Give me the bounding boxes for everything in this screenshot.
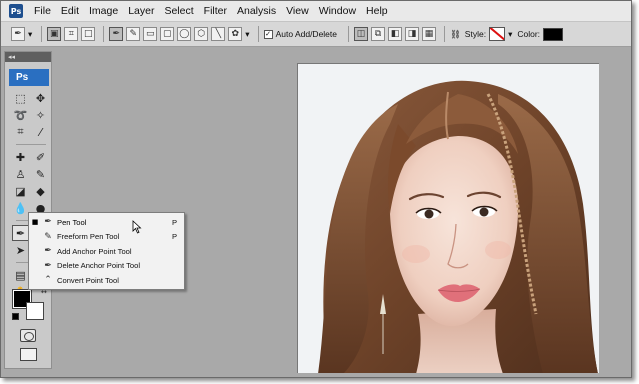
- marquee-tool-icon[interactable]: ⬚: [12, 90, 29, 106]
- flyout-item-label: Convert Point Tool: [57, 275, 119, 285]
- combine-exclude-icon[interactable]: ▦: [422, 27, 436, 41]
- link-icon[interactable]: ⛓: [450, 29, 461, 40]
- divider: [348, 26, 349, 42]
- photoshop-window: Ps File Edit Image Layer Select Filter A…: [0, 0, 632, 378]
- menu-bar: Ps File Edit Image Layer Select Filter A…: [1, 1, 631, 22]
- pen-tool-icon[interactable]: ✒: [12, 225, 29, 241]
- style-label: Style:: [464, 29, 487, 39]
- document-canvas[interactable]: [297, 63, 599, 373]
- mouse-cursor-icon: [132, 220, 142, 234]
- menu-file[interactable]: File: [29, 5, 56, 17]
- default-colors-icon[interactable]: [12, 313, 19, 320]
- menu-select[interactable]: Select: [159, 5, 198, 17]
- crop-tool-icon[interactable]: ⌗: [12, 124, 29, 140]
- ellipse-icon[interactable]: ◯: [177, 27, 192, 41]
- freeform-pen-mode-icon[interactable]: ✎: [126, 27, 141, 41]
- lasso-tool-icon[interactable]: ➰: [12, 107, 29, 123]
- healing-brush-tool-icon[interactable]: ✚: [12, 149, 29, 165]
- rounded-rectangle-icon[interactable]: ▢: [160, 27, 175, 41]
- auto-add-delete-label: Auto Add/Delete: [275, 29, 337, 39]
- fill-pixels-icon[interactable]: □: [81, 27, 96, 41]
- color-swatch[interactable]: [543, 27, 564, 41]
- color-label: Color:: [517, 29, 541, 39]
- history-brush-tool-icon[interactable]: ✎: [32, 166, 49, 182]
- menu-edit[interactable]: Edit: [56, 5, 84, 17]
- brush-tool-icon[interactable]: ✐: [32, 149, 49, 165]
- screen-mode-icon[interactable]: [20, 348, 37, 361]
- flyout-item-shortcut: P: [172, 217, 178, 227]
- menu-image[interactable]: Image: [84, 5, 123, 17]
- flyout-item-label: Add Anchor Point Tool: [57, 246, 132, 256]
- divider: [16, 144, 46, 145]
- auto-add-delete-checkbox[interactable]: ✓: [263, 29, 273, 39]
- eraser-tool-icon[interactable]: ◪: [12, 183, 29, 199]
- flyout-item-add-anchor-point-tool[interactable]: ✒ Add Anchor Point Tool: [29, 244, 184, 259]
- flyout-item-label: Delete Anchor Point Tool: [57, 261, 141, 271]
- background-color-swatch[interactable]: [26, 302, 44, 320]
- menu-analysis[interactable]: Analysis: [232, 5, 281, 17]
- polygon-icon[interactable]: ⬡: [194, 27, 209, 41]
- eyedropper-tool-icon[interactable]: ⁄: [32, 124, 49, 140]
- menu-window[interactable]: Window: [314, 5, 361, 17]
- shape-chevron-icon[interactable]: ▾: [245, 29, 249, 40]
- flyout-item-freeform-pen-tool[interactable]: ✎ Freeform Pen Tool P: [29, 230, 184, 245]
- menu-filter[interactable]: Filter: [199, 5, 232, 17]
- portrait-photo: [298, 64, 599, 373]
- blur-tool-icon[interactable]: 💧: [12, 200, 29, 216]
- flyout-item-delete-anchor-point-tool[interactable]: ✒ Delete Anchor Point Tool: [29, 259, 184, 274]
- flyout-item-label: Pen Tool: [57, 217, 87, 227]
- quick-mask-icon[interactable]: [20, 329, 36, 342]
- options-bar: ✒ ▾ ▣ ⌗ □ ✒ ✎ ▭ ▢ ◯ ⬡ ╲ ✿ ▾ ✓ Auto Add/D…: [1, 22, 631, 47]
- combine-subtract-icon[interactable]: ◧: [388, 27, 402, 41]
- divider: [444, 26, 445, 42]
- rectangle-shape-icon[interactable]: ▭: [143, 27, 158, 41]
- flyout-item-shortcut: P: [172, 232, 178, 242]
- combine-intersect-icon[interactable]: ◨: [405, 27, 419, 41]
- app-logo-icon[interactable]: Ps: [9, 4, 23, 18]
- divider: [41, 26, 43, 42]
- shape-layers-icon[interactable]: ▣: [47, 27, 62, 41]
- notes-tool-icon[interactable]: ▤: [12, 267, 29, 283]
- flyout-item-label: Freeform Pen Tool: [57, 232, 120, 242]
- combine-new-icon[interactable]: ◫: [354, 27, 368, 41]
- path-selection-tool-icon[interactable]: ➤: [12, 242, 29, 258]
- pen-tool-flyout: ■ ✒ Pen Tool P ✎ Freeform Pen Tool P ✒ A…: [28, 212, 185, 290]
- custom-shape-icon[interactable]: ✿: [228, 27, 243, 41]
- menu-view[interactable]: View: [281, 5, 314, 17]
- pen-icon: ✒: [44, 217, 52, 228]
- add-anchor-icon: ✒: [44, 246, 52, 257]
- tools-panel: ◂◂ Ps ⬚ ✥ ➰ ✧ ⌗ ⁄ ✚ ✐ ♙ ✎ ◪ ◆ 💧 ● ✒ T ➤ …: [4, 51, 52, 369]
- flyout-item-pen-tool[interactable]: ■ ✒ Pen Tool P: [29, 215, 184, 230]
- magic-wand-tool-icon[interactable]: ✧: [32, 107, 49, 123]
- delete-anchor-icon: ✒: [44, 260, 52, 271]
- pen-mode-icon[interactable]: ✒: [109, 27, 124, 41]
- style-chevron-icon[interactable]: ▾: [508, 29, 512, 40]
- divider: [257, 26, 259, 42]
- combine-add-icon[interactable]: ⧉: [371, 27, 385, 41]
- menu-help[interactable]: Help: [361, 5, 393, 17]
- ps-badge: Ps: [9, 69, 49, 86]
- selected-bullet-icon: ■: [31, 218, 39, 227]
- style-swatch[interactable]: [489, 27, 506, 41]
- freeform-pen-icon: ✎: [44, 231, 52, 242]
- move-tool-icon[interactable]: ✥: [32, 90, 49, 106]
- panel-collapse-icon[interactable]: ◂◂: [5, 52, 51, 62]
- tool-preset-pen-icon[interactable]: ✒: [11, 27, 25, 41]
- tool-preset-chevron-icon[interactable]: ▾: [28, 29, 32, 40]
- clone-stamp-tool-icon[interactable]: ♙: [12, 166, 29, 182]
- divider: [103, 26, 105, 42]
- convert-point-icon: ⌃: [44, 275, 52, 286]
- line-icon[interactable]: ╲: [211, 27, 226, 41]
- menu-layer[interactable]: Layer: [123, 5, 159, 17]
- paths-icon[interactable]: ⌗: [64, 27, 79, 41]
- paint-bucket-tool-icon[interactable]: ◆: [32, 183, 49, 199]
- flyout-item-convert-point-tool[interactable]: ⌃ Convert Point Tool: [29, 273, 184, 288]
